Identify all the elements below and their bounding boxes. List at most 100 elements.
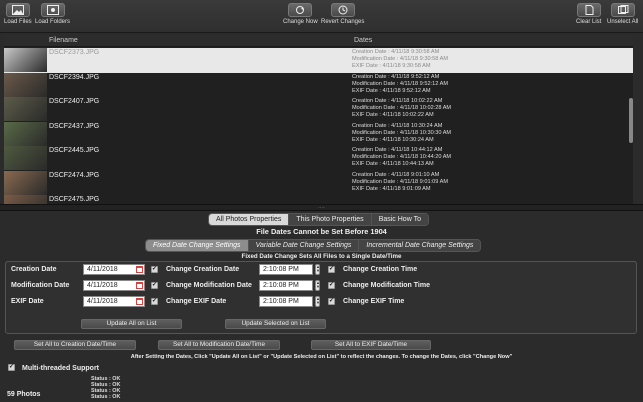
clear-list-button[interactable]: Clear List [576,3,601,25]
table-row[interactable]: DSCF2445.JPG Creation Date : 4/11/18 10:4… [4,146,633,171]
creation-time-stepper[interactable]: ▲ ▼ [315,264,320,275]
photo-thumbnail [4,97,47,121]
table-row[interactable]: DSCF2407.JPG Creation Date : 4/11/18 10:0… [4,97,633,122]
photo-thumbnail [4,146,47,170]
row-modification-date: Modification Date : 4/11/18 10:44:20 AM [352,154,452,161]
tab-this-photo-properties[interactable]: This Photo Properties [289,214,372,225]
row-dates: Creation Date : 4/11/18 10:30:24 AM Modif… [352,123,451,145]
row-exif-date: EXIF Date : 4/11/18 9:30:58 AM [352,63,431,70]
table-row[interactable]: DSCF2394.JPG Creation Date : 4/11/18 9:52… [4,72,633,98]
exif-date-field[interactable]: 4/11/2018 [83,296,145,307]
refresh-icon [288,3,313,17]
tab-fixed-date-change[interactable]: Fixed Date Change Settings [146,240,249,251]
photo-icon [5,3,30,17]
update-selected-button[interactable]: Update Selected on List [225,319,326,329]
change-modification-date-checkbox[interactable]: ✓ [151,282,158,289]
unselect-all-label: Unselect All [607,19,639,25]
row-exif-date: EXIF Date : 4/11/18 10:30:24 AM [352,136,434,143]
load-files-button[interactable]: Load Files [4,3,32,25]
change-creation-date-checkbox[interactable]: ✓ [151,266,158,273]
unselect-all-button[interactable]: Unselect All [607,3,638,25]
status-line: Status : OK [91,394,121,400]
tab-incremental-date-change[interactable]: Incremental Date Change Settings [359,240,481,251]
row-creation-date: Creation Date : 4/11/18 9:52:12 AM [352,73,440,80]
row-modification-date: Modification Date : 4/11/18 10:30:30 AM [352,129,452,136]
tab-basic-how-to[interactable]: Basic How To [371,214,428,225]
photo-thumbnail [4,170,47,195]
properties-tabs: All Photos Properties This Photo Propert… [208,213,429,226]
row-filename: DSCF2437.JPG [49,122,100,130]
column-header-dates[interactable]: Dates [354,37,372,44]
calendar-icon[interactable] [136,282,143,289]
exif-time-field[interactable]: 2:10:08 PM [259,296,313,307]
change-exif-time-checkbox[interactable]: ✓ [328,298,335,305]
change-modification-time-checkbox[interactable]: ✓ [328,282,335,289]
change-now-label: Change Now [283,19,318,25]
row-modification-date: Modification Date : 4/11/18 9:01:09 AM [352,178,448,185]
exif-date-label: EXIF Date [11,298,44,305]
row-filename: DSCF2394.JPG [49,73,100,81]
multithreaded-checkbox[interactable]: ✓ [8,364,15,371]
row-dates: Creation Date : 4/11/18 9:01:10 AM Modifi… [352,172,448,194]
table-row[interactable]: DSCF2474.JPG Creation Date : 4/11/18 9:01… [4,170,633,196]
row-dates: Creation Date : 4/11/18 10:44:12 AM Modif… [352,147,451,169]
clear-list-label: Clear List [576,19,602,25]
row-exif-date: EXIF Date : 4/11/18 9:01:09 AM [352,185,431,192]
load-folders-button[interactable]: Load Folders [35,3,70,25]
row-exif-date: EXIF Date : 4/11/18 10:02:22 AM [352,112,434,119]
table-header: Filename Dates [4,34,633,47]
change-modification-date-label: Change Modification Date [166,282,252,289]
clock-icon [330,3,355,17]
row-filename: DSCF2475.JPG [49,196,100,203]
exif-date-value: 4/11/2018 [87,298,118,305]
update-all-button[interactable]: Update All on List [81,319,182,329]
change-exif-date-checkbox[interactable]: ✓ [151,298,158,305]
fixed-date-settings-panel: Creation Date 4/11/2018 ✓ Change Creatio… [5,261,637,334]
row-filename: DSCF2474.JPG [49,171,100,179]
change-now-button[interactable]: Change Now [283,3,318,25]
table-row[interactable]: DSCF2475.JPG [4,195,633,204]
row-exif-date: EXIF Date : 4/11/18 9:52:12 AM [352,87,431,94]
document-icon [576,3,601,17]
change-exif-date-label: Change EXIF Date [166,298,227,305]
row-modification-date: Modification Date : 4/11/18 9:30:58 AM [352,56,448,63]
photo-count: 59 Photos [7,391,41,398]
table-row[interactable]: DSCF2437.JPG Creation Date : 4/11/18 10:3… [4,121,633,147]
column-header-filename[interactable]: Filename [49,37,78,44]
load-files-label: Load Files [4,19,32,25]
revert-changes-button[interactable]: Revert Changes [321,3,364,25]
calendar-icon[interactable] [136,266,143,273]
set-all-modification-button[interactable]: Set All to Modification Date/Time [158,340,280,350]
modification-time-field[interactable]: 2:10:08 PM [259,280,313,291]
row-filename: DSCF2445.JPG [49,147,100,154]
change-modification-time-label: Change Modification Time [343,282,430,289]
instruction-text: After Setting the Dates, Click "Update A… [130,354,513,360]
table-row[interactable]: DSCF2373.JPG Creation Date : 4/11/18 9:30… [4,48,633,73]
row-dates: Creation Date : 4/11/18 10:02:22 AM Modif… [352,98,451,120]
row-modification-date: Modification Date : 4/11/18 9:52:12 AM [352,80,448,87]
row-creation-date: Creation Date : 4/11/18 10:44:12 AM [352,147,443,153]
modification-date-label: Modification Date [11,282,70,289]
modification-date-field[interactable]: 4/11/2018 [83,280,145,291]
photo-thumbnail [4,48,47,72]
creation-date-field[interactable]: 4/11/2018 [83,264,145,275]
row-dates: Creation Date : 4/11/18 9:30:58 AM Modifi… [352,49,448,71]
photo-thumbnail [4,195,47,204]
exif-time-stepper[interactable]: ▲ ▼ [315,296,320,307]
modification-time-stepper[interactable]: ▲ ▼ [315,280,320,291]
tab-all-photos-properties[interactable]: All Photos Properties [209,214,290,225]
creation-time-field[interactable]: 2:10:08 PM [259,264,313,275]
change-creation-time-checkbox[interactable]: ✓ [328,266,335,273]
split-view-divider[interactable]: .... [0,204,643,211]
calendar-icon[interactable] [136,298,143,305]
change-exif-time-label: Change EXIF Time [343,298,405,305]
tab-variable-date-change[interactable]: Variable Date Change Settings [248,240,360,251]
deselect-icon [610,3,635,17]
row-creation-date: Creation Date : 4/11/18 10:02:22 AM [352,98,443,104]
table-scrollbar[interactable] [629,98,633,143]
change-creation-time-label: Change Creation Time [343,266,418,273]
set-all-creation-button[interactable]: Set All to Creation Date/Time [14,340,136,350]
row-creation-date: Creation Date : 4/11/18 9:01:10 AM [352,171,440,178]
set-all-exif-button[interactable]: Set All to EXIF Date/Time [311,340,431,350]
row-dates: Creation Date : 4/11/18 9:52:12 AM Modifi… [352,74,448,96]
